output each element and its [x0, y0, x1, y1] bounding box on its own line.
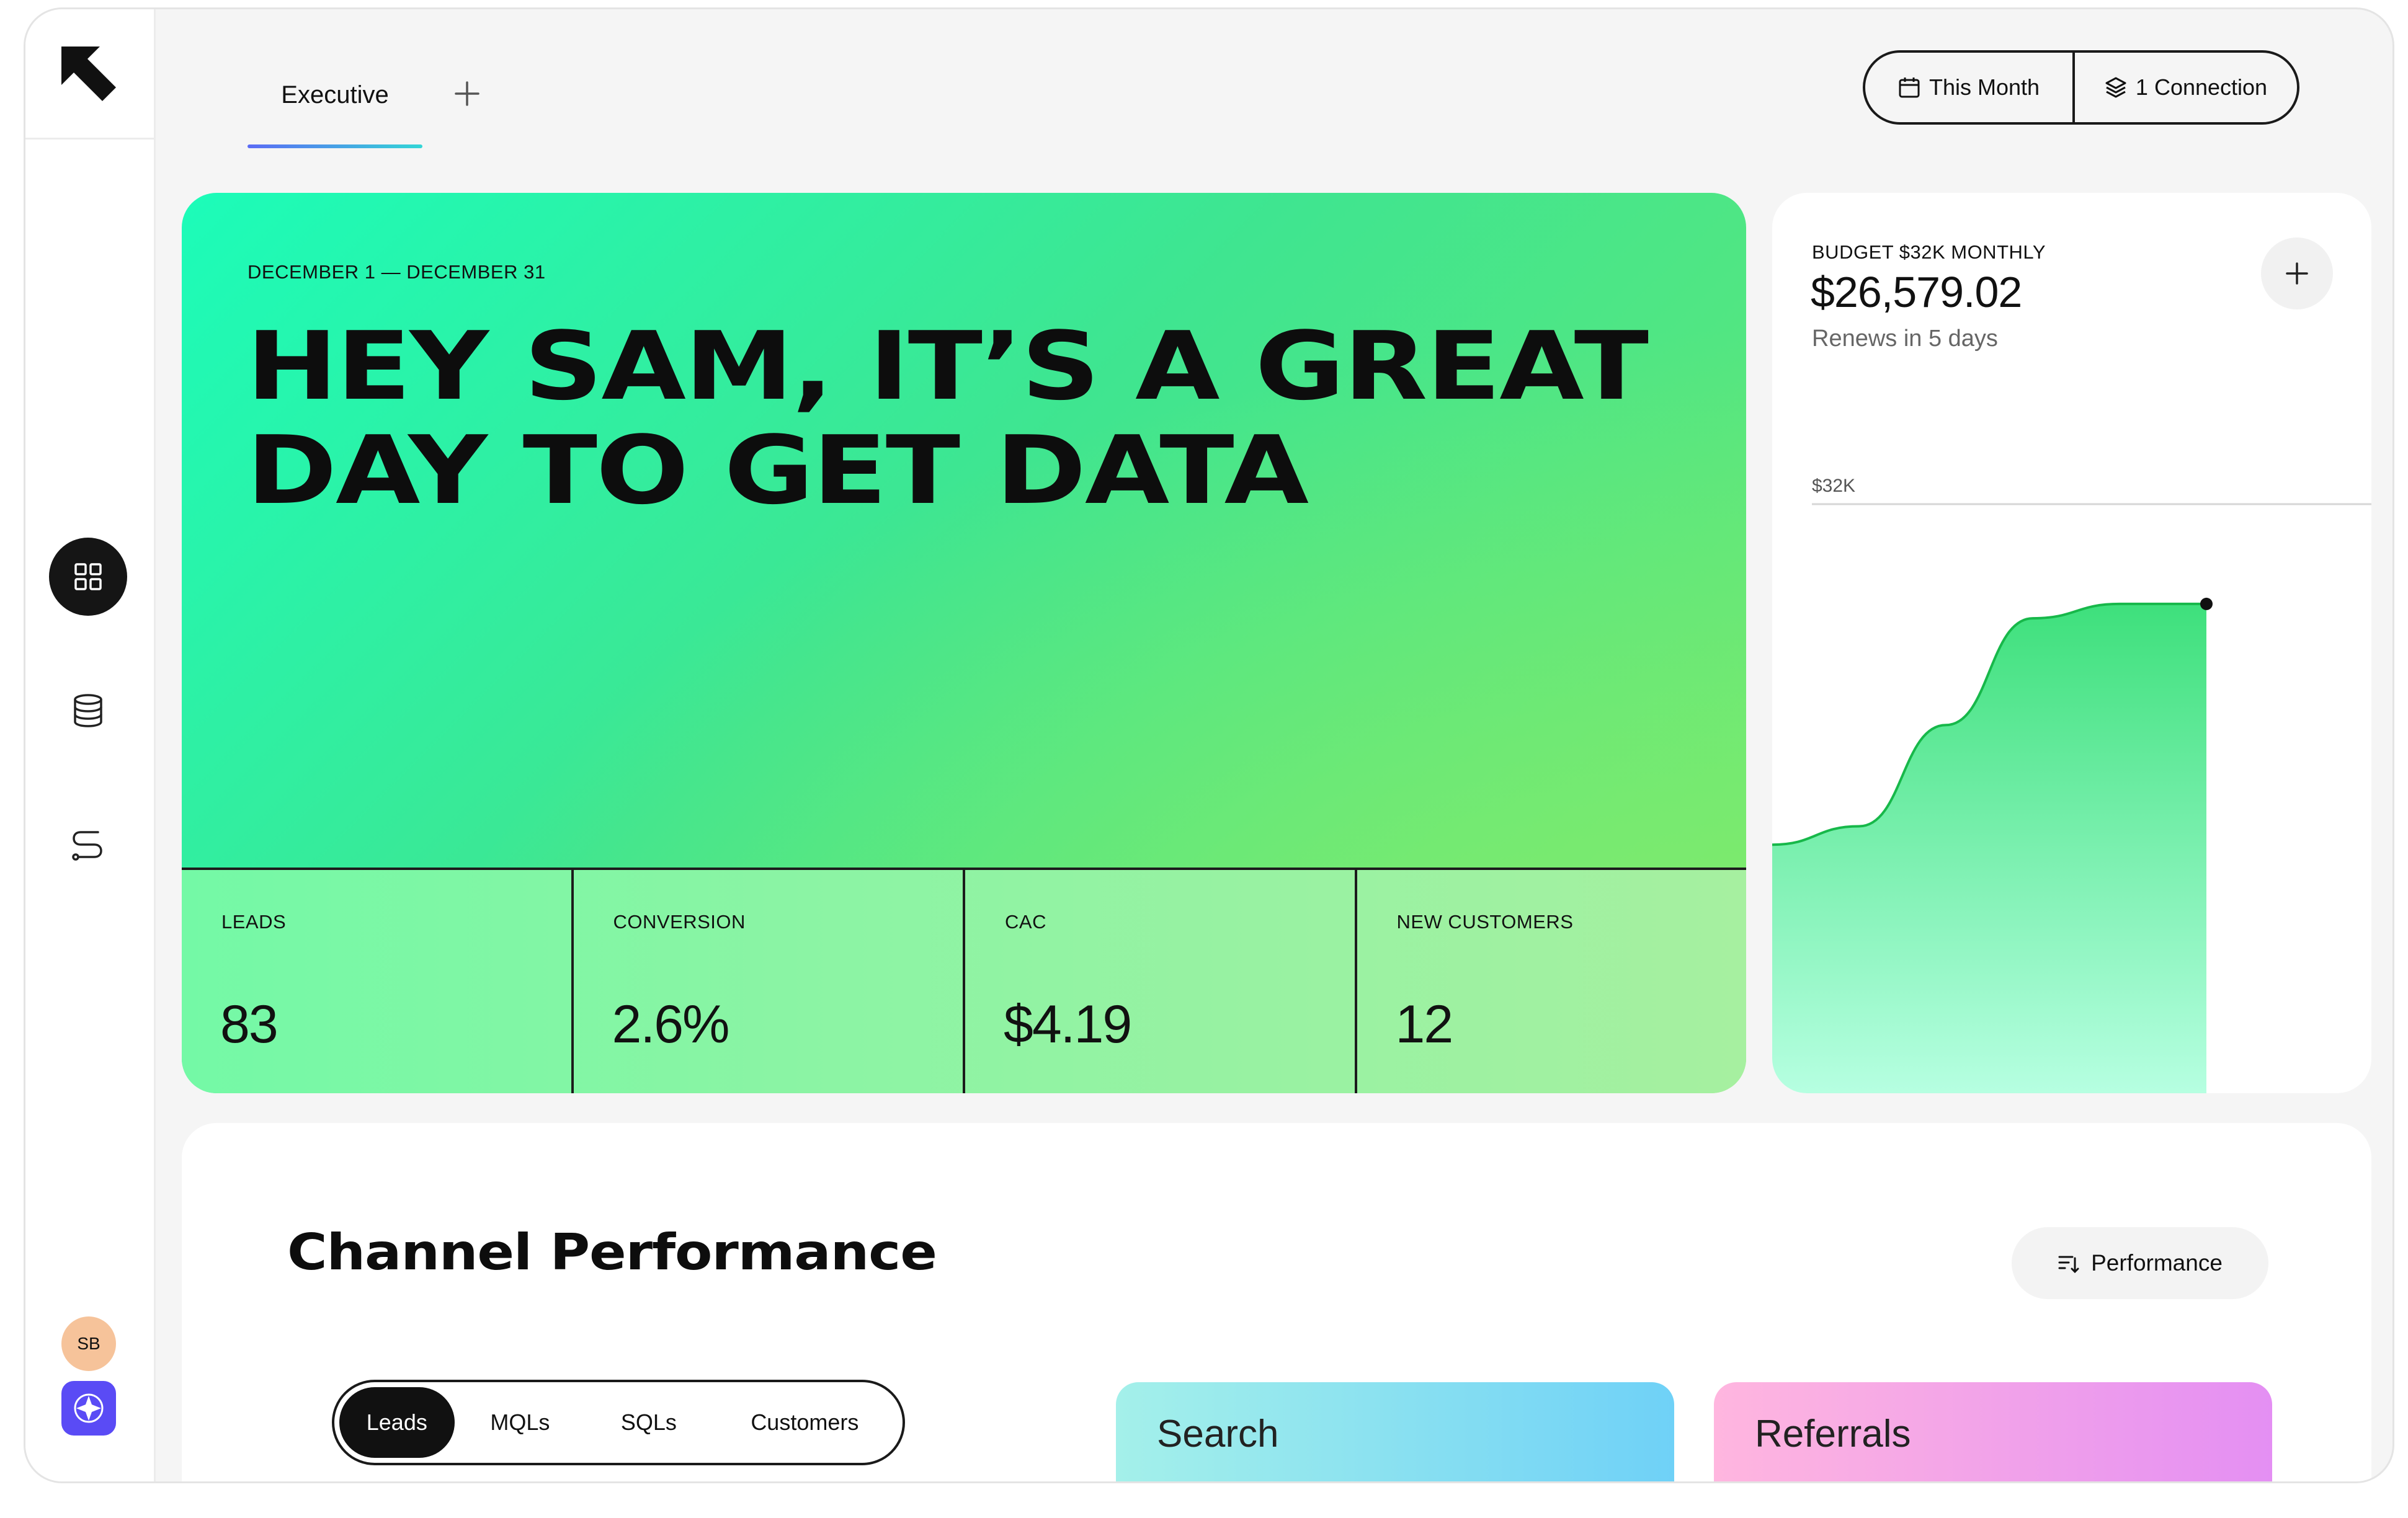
route-icon — [72, 831, 102, 861]
channel-card-referrals[interactable]: Referrals — [1714, 1382, 2272, 1481]
date-filter-button[interactable]: This Month — [1865, 53, 2075, 122]
layers-icon — [2105, 77, 2126, 98]
kpi-new-customers[interactable]: NEW CUSTOMERS 12 — [1357, 870, 1747, 1093]
budget-renewal: Renews in 5 days — [1812, 326, 1998, 352]
sort-performance-button[interactable]: Performance — [2012, 1227, 2268, 1299]
kpi-cac[interactable]: CAC $4.19 — [965, 870, 1357, 1093]
sidebar: SB — [25, 9, 156, 1481]
kpi-label: LEADS — [221, 911, 287, 933]
welcome-hero-card: DECEMBER 1 — DECEMBER 31 HEY SAM, IT’S A… — [182, 193, 1746, 1093]
sidebar-item-dashboard[interactable] — [49, 538, 127, 616]
calendar-icon — [1899, 78, 1920, 98]
kpi-value: 83 — [220, 995, 279, 1054]
connection-button[interactable]: 1 Connection — [2075, 53, 2297, 122]
budget-amount: $26,579.02 — [1811, 268, 2022, 316]
kpi-value: $4.19 — [1004, 995, 1132, 1054]
plus-icon — [455, 81, 479, 106]
segment-mqls[interactable]: MQLs — [455, 1387, 586, 1458]
channel-performance-card: Channel Performance Performance Leads MQ… — [182, 1123, 2371, 1481]
sidebar-item-journeys[interactable] — [49, 806, 127, 884]
kpi-value: 2.6% — [612, 995, 730, 1054]
budget-label: BUDGET $32K MONTHLY — [1812, 241, 2046, 263]
metric-segmented-control: Leads MQLs SQLs Customers — [332, 1380, 905, 1465]
add-tab-button[interactable] — [447, 74, 487, 113]
avatar[interactable]: SB — [61, 1316, 116, 1371]
budget-axis-label: $32K — [1812, 476, 1856, 496]
workspace-logo-icon — [74, 1393, 104, 1423]
date-filter-label: This Month — [1929, 74, 2040, 100]
add-budget-button[interactable] — [2261, 237, 2333, 309]
hero-headline-line-1: HEY SAM, IT’S A GREAT — [246, 311, 1649, 421]
plus-icon — [2286, 262, 2308, 285]
app-window: SB Executive This Month 1 Connection DEC… — [24, 7, 2394, 1483]
sort-icon — [2058, 1256, 2079, 1274]
grid-icon — [74, 563, 102, 590]
database-icon — [74, 694, 102, 727]
sort-label: Performance — [2091, 1250, 2223, 1276]
kpi-label: NEW CUSTOMERS — [1396, 911, 1574, 933]
kpi-conversion[interactable]: CONVERSION 2.6% — [574, 870, 965, 1093]
kpi-label: CAC — [1005, 911, 1046, 933]
tab-active-indicator — [247, 144, 422, 148]
budget-area — [1772, 603, 2206, 1093]
hero-headline: HEY SAM, IT’S A GREAT DAY TO GET DATA — [246, 314, 1746, 523]
kpi-leads[interactable]: LEADS 83 — [182, 870, 574, 1093]
budget-card: BUDGET $32K MONTHLY $26,579.02 Renews in… — [1772, 193, 2371, 1093]
logo-area — [25, 9, 154, 140]
segment-customers[interactable]: Customers — [712, 1387, 898, 1458]
kpi-value: 12 — [1395, 995, 1454, 1054]
budget-current-point[interactable] — [2200, 597, 2213, 610]
section-title: Channel Performance — [287, 1223, 937, 1281]
date-range: DECEMBER 1 — DECEMBER 31 — [247, 261, 546, 283]
channel-card-search[interactable]: Search — [1116, 1382, 1674, 1481]
connection-label: 1 Connection — [2135, 74, 2268, 100]
channel-card-label: Search — [1157, 1413, 1279, 1455]
hero-headline-line-2: DAY TO GET DATA — [246, 415, 1309, 525]
header-filter-group: This Month 1 Connection — [1863, 50, 2299, 125]
kpi-label: CONVERSION — [613, 911, 746, 933]
channel-card-label: Referrals — [1755, 1413, 1911, 1455]
brand-logo-icon[interactable] — [61, 47, 117, 102]
workspace-switcher[interactable] — [61, 1381, 116, 1436]
tab-executive[interactable]: Executive — [247, 70, 422, 121]
segment-leads[interactable]: Leads — [339, 1387, 455, 1458]
segment-sqls[interactable]: SQLs — [586, 1387, 712, 1458]
kpi-row: LEADS 83 CONVERSION 2.6% CAC $4.19 NEW C… — [182, 868, 1746, 1093]
sidebar-item-data-sources[interactable] — [49, 672, 127, 750]
